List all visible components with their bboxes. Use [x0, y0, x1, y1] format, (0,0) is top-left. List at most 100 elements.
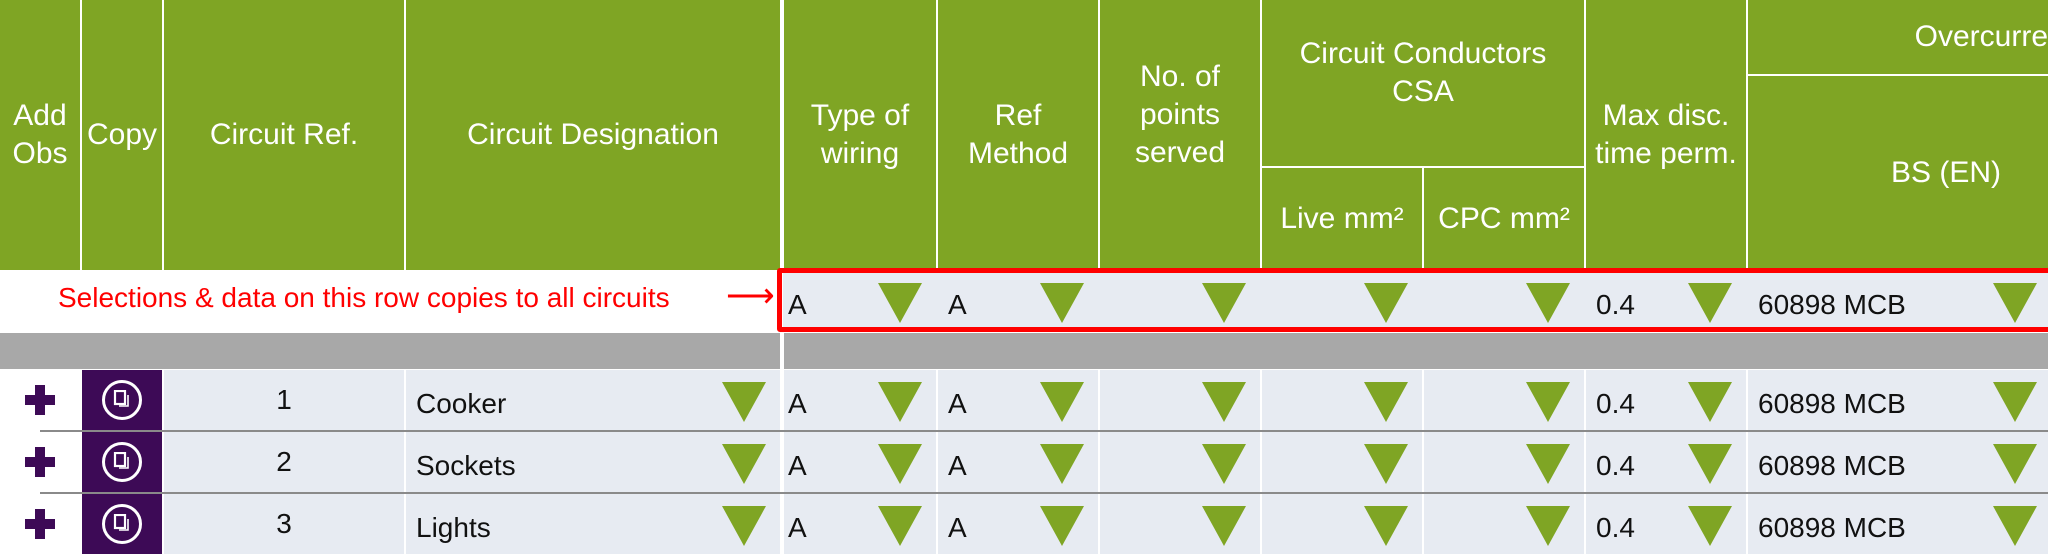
dropdown-arrow-icon[interactable] [1040, 444, 1084, 484]
template-row-highlight [777, 268, 2048, 332]
row-max-disc-dropdown[interactable]: 0.4 [1586, 432, 1746, 492]
separator-bar-left [0, 333, 780, 369]
header-conductors-group-label: Circuit Conductors CSA [1299, 37, 1547, 108]
dropdown-arrow-icon[interactable] [1526, 382, 1570, 422]
row-live-dropdown[interactable] [1262, 494, 1422, 554]
dropdown-arrow-icon[interactable] [1526, 444, 1570, 484]
row-no-of-points-dropdown[interactable] [1100, 494, 1260, 554]
max-disc-value: 0.4 [1596, 450, 1635, 481]
dropdown-arrow-icon[interactable] [1364, 506, 1408, 546]
dropdown-arrow-icon[interactable] [878, 382, 922, 422]
dropdown-arrow-icon[interactable] [878, 444, 922, 484]
circuit-ref-field[interactable]: 1 [164, 370, 404, 430]
header-live: Live mm² [1262, 168, 1422, 270]
add-observation-plus-icon[interactable] [25, 447, 55, 477]
dropdown-arrow-icon[interactable] [1993, 506, 2037, 546]
dropdown-arrow-icon[interactable] [1688, 506, 1732, 546]
header-circuit-designation: Circuit Designation [406, 0, 780, 270]
add-observation-plus-icon[interactable] [25, 509, 55, 539]
header-add-obs-label: Add Obs [12, 99, 68, 170]
copy-icon [102, 442, 142, 482]
header-cpc: CPC mm² [1424, 168, 1584, 270]
bs-en-value: 60898 MCB [1758, 388, 1906, 419]
header-live-label: Live mm² [1280, 202, 1404, 235]
max-disc-value: 0.4 [1596, 388, 1635, 419]
row-ref-method-dropdown[interactable]: A [938, 370, 1098, 430]
type-of-wiring-value: A [788, 388, 807, 419]
header-circuit-ref-label: Circuit Ref. [209, 118, 359, 151]
type-of-wiring-value: A [788, 512, 807, 543]
dropdown-arrow-icon[interactable] [1688, 382, 1732, 422]
row-designation-dropdown[interactable]: Lights [406, 494, 780, 554]
row-type-of-wiring-dropdown[interactable]: A [784, 370, 936, 430]
bs-en-value: 60898 MCB [1758, 450, 1906, 481]
ref-method-value: A [948, 388, 967, 419]
row-cpc-dropdown[interactable] [1424, 370, 1584, 430]
designation-value: Sockets [416, 450, 516, 481]
row-live-dropdown[interactable] [1262, 370, 1422, 430]
bs-en-value: 60898 MCB [1758, 512, 1906, 543]
row-cpc-dropdown[interactable] [1424, 432, 1584, 492]
row-max-disc-dropdown[interactable]: 0.4 [1586, 370, 1746, 430]
dropdown-arrow-icon[interactable] [1202, 382, 1246, 422]
row-cpc-dropdown[interactable] [1424, 494, 1584, 554]
dropdown-arrow-icon[interactable] [1040, 382, 1084, 422]
dropdown-arrow-icon[interactable] [1364, 444, 1408, 484]
header-ref-method-label: Ref Method [967, 99, 1069, 170]
header-ref-method: Ref Method [938, 0, 1098, 270]
header-type-of-wiring-label: Type of wiring [810, 99, 910, 170]
row-max-disc-dropdown[interactable]: 0.4 [1586, 494, 1746, 554]
separator-bar-right [784, 333, 2048, 369]
row-bs-en-dropdown[interactable]: 60898 MCB [1748, 432, 2048, 492]
designation-value: Cooker [416, 388, 507, 419]
max-disc-value: 0.4 [1596, 512, 1635, 543]
header-conductors-group: Circuit Conductors CSA [1262, 0, 1584, 166]
dropdown-arrow-icon[interactable] [1040, 506, 1084, 546]
header-overcurrent-group-label: Overcurre [1914, 20, 2048, 53]
row-designation-dropdown[interactable]: Cooker [406, 370, 780, 430]
header-bs-en: BS (EN) [1748, 76, 2048, 270]
dropdown-arrow-icon[interactable] [1202, 444, 1246, 484]
header-cpc-label: CPC mm² [1438, 202, 1570, 235]
dropdown-arrow-icon[interactable] [1526, 506, 1570, 546]
dropdown-arrow-icon[interactable] [1993, 382, 2037, 422]
row-ref-method-dropdown[interactable]: A [938, 494, 1098, 554]
dropdown-arrow-icon[interactable] [1202, 506, 1246, 546]
circuit-ref-field[interactable]: 2 [164, 432, 404, 492]
designation-value: Lights [416, 512, 491, 543]
row-live-dropdown[interactable] [1262, 432, 1422, 492]
dropdown-arrow-icon[interactable] [1688, 444, 1732, 484]
row-no-of-points-dropdown[interactable] [1100, 370, 1260, 430]
row-no-of-points-dropdown[interactable] [1100, 432, 1260, 492]
dropdown-arrow-icon[interactable] [722, 382, 766, 422]
circuit-ref-field[interactable]: 3 [164, 494, 404, 554]
ref-method-value: A [948, 450, 967, 481]
row-bs-en-dropdown[interactable]: 60898 MCB [1748, 494, 2048, 554]
copy-circuit-button[interactable] [82, 432, 162, 492]
header-copy: Copy [82, 0, 162, 270]
dropdown-arrow-icon[interactable] [1364, 382, 1408, 422]
copy-icon [102, 504, 142, 544]
template-row-note: Selections & data on this row copies to … [58, 282, 670, 313]
dropdown-arrow-icon[interactable] [1993, 444, 2037, 484]
header-circuit-designation-label: Circuit Designation [467, 118, 719, 151]
header-add-obs: Add Obs [0, 0, 80, 270]
row-type-of-wiring-dropdown[interactable]: A [784, 432, 936, 492]
header-type-of-wiring: Type of wiring [784, 0, 936, 270]
header-max-disc-label: Max disc. time perm. [1595, 99, 1737, 170]
row-type-of-wiring-dropdown[interactable]: A [784, 494, 936, 554]
header-overcurrent-group: Overcurre [1748, 0, 2048, 74]
header-no-of-points: No. of points served [1100, 0, 1260, 270]
row-bs-en-dropdown[interactable]: 60898 MCB [1748, 370, 2048, 430]
copy-icon [102, 380, 142, 420]
copy-circuit-button[interactable] [82, 370, 162, 430]
copy-circuit-button[interactable] [82, 494, 162, 554]
row-ref-method-dropdown[interactable]: A [938, 432, 1098, 492]
dropdown-arrow-icon[interactable] [722, 506, 766, 546]
dropdown-arrow-icon[interactable] [722, 444, 766, 484]
add-observation-plus-icon[interactable] [25, 385, 55, 415]
header-bs-en-label: BS (EN) [1891, 156, 2002, 189]
ref-method-value: A [948, 512, 967, 543]
row-designation-dropdown[interactable]: Sockets [406, 432, 780, 492]
dropdown-arrow-icon[interactable] [878, 506, 922, 546]
